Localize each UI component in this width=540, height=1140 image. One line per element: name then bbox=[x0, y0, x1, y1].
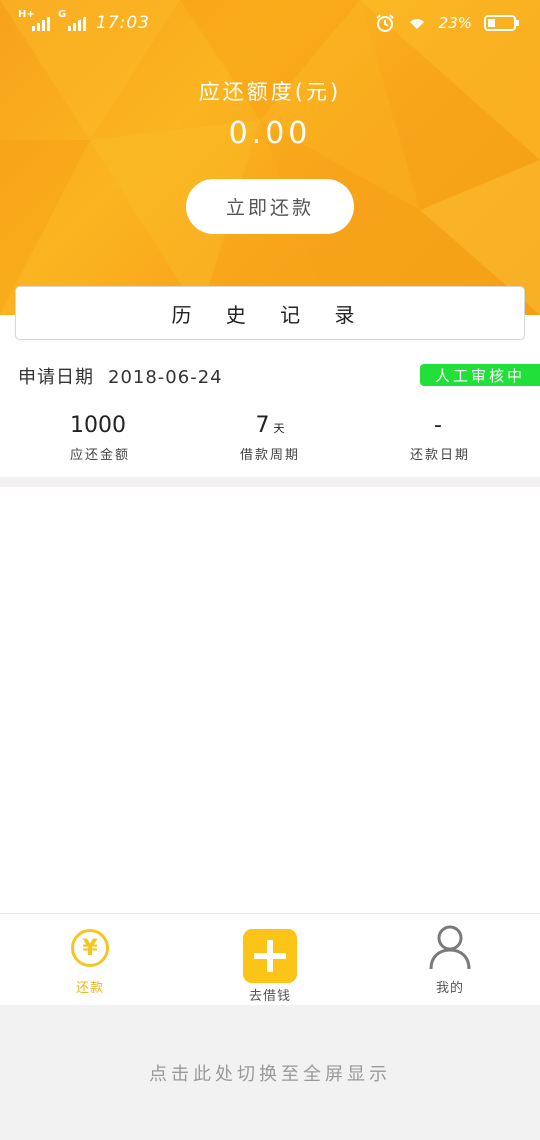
stat-value: 1000 bbox=[70, 413, 126, 438]
signal-icon: G bbox=[58, 9, 86, 31]
record-header: 申请日期 2018-06-24 人工审核中 bbox=[0, 360, 540, 390]
nav-label: 我的 bbox=[435, 981, 464, 996]
fullscreen-toggle[interactable]: 点击此处切换至全屏显示 bbox=[0, 1005, 540, 1140]
alarm-icon bbox=[375, 14, 394, 32]
nav-item-repay[interactable]: ¥ 还款 bbox=[30, 914, 150, 1006]
apply-date-value: 2018-06-24 bbox=[108, 367, 223, 388]
stat-repay-date: - 还款日期 bbox=[360, 412, 520, 463]
stat-unit: 天 bbox=[273, 422, 285, 435]
stat-label: 还款日期 bbox=[409, 448, 470, 463]
header-banner: H+ G 17:03 23% 应还额度(元) 0.00 立即还款 bbox=[0, 0, 540, 315]
nav-label: 还款 bbox=[75, 981, 104, 996]
apply-date: 申请日期 2018-06-24 bbox=[18, 363, 223, 389]
status-badge: 人工审核中 bbox=[420, 364, 540, 386]
stat-value: 7 bbox=[255, 413, 270, 438]
stat-loan-period: 7天 借款周期 bbox=[190, 412, 350, 463]
record-stats: 1000 应还金额 7天 借款周期 - 还款日期 bbox=[0, 412, 540, 468]
apply-date-label: 申请日期 bbox=[18, 367, 94, 388]
credit-amount: 0.00 bbox=[228, 116, 312, 151]
repay-now-button[interactable]: 立即还款 bbox=[186, 179, 354, 234]
yen-circle-icon: ¥ bbox=[71, 929, 109, 967]
stat-label: 借款周期 bbox=[239, 448, 300, 463]
nav-label: 去借钱 bbox=[248, 989, 291, 1004]
plus-square-icon bbox=[243, 929, 297, 983]
stat-repay-amount: 1000 应还金额 bbox=[20, 412, 180, 463]
person-icon bbox=[429, 925, 471, 970]
divider bbox=[0, 477, 540, 487]
history-records-button[interactable]: 历 史 记 录 bbox=[15, 286, 525, 340]
credit-label: 应还额度(元) bbox=[198, 80, 342, 104]
status-bar: H+ G 17:03 23% bbox=[0, 0, 540, 46]
wifi-icon bbox=[409, 19, 424, 29]
clock: 17:03 bbox=[96, 13, 150, 33]
stat-label: 应还金额 bbox=[69, 448, 130, 463]
bottom-nav: ¥ 还款 去借钱 我的 bbox=[0, 913, 540, 1005]
signal-icon: H+ bbox=[18, 9, 50, 31]
battery-icon bbox=[484, 15, 519, 31]
nav-item-mine[interactable]: 我的 bbox=[390, 914, 510, 1006]
nav-item-borrow[interactable]: 去借钱 bbox=[210, 914, 330, 1006]
battery-percent: 23% bbox=[438, 14, 472, 32]
decorative-polygon-background bbox=[0, 0, 540, 315]
stat-value: - bbox=[434, 413, 442, 438]
